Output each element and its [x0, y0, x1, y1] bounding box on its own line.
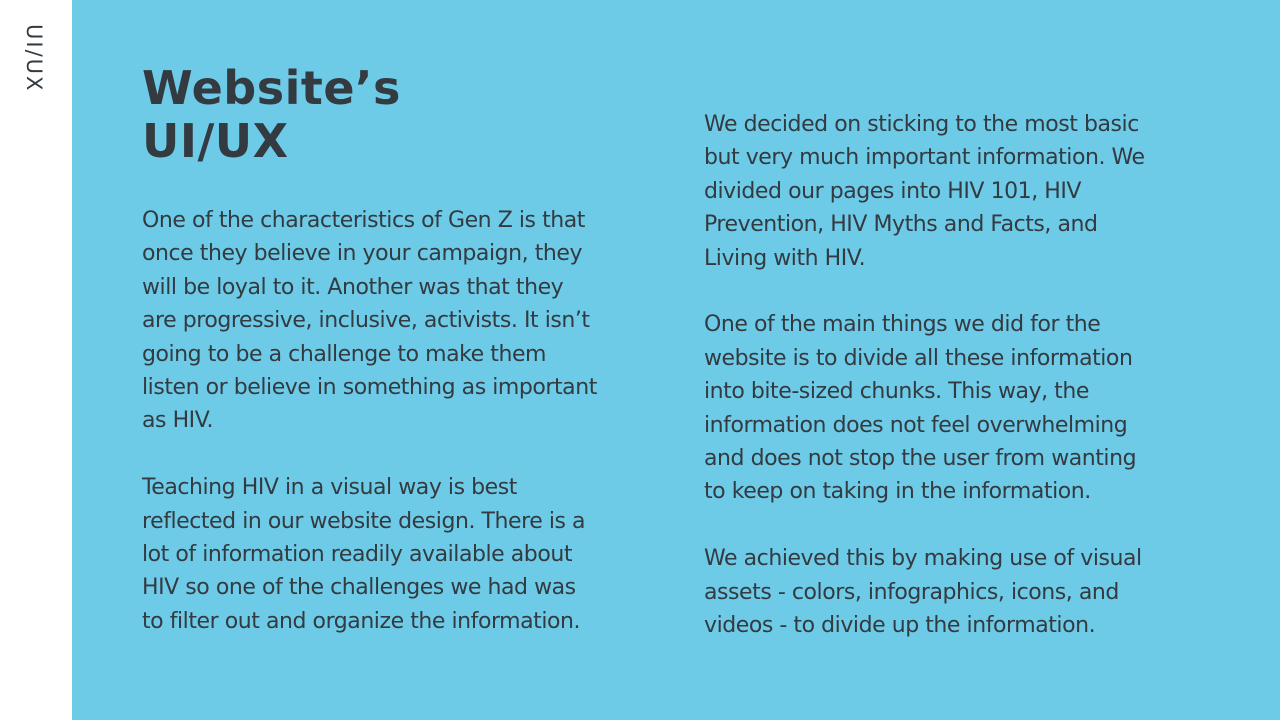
page-title-line-2: UI/UX	[142, 114, 289, 168]
right-paragraph-1: We decided on sticking to the most basic…	[704, 112, 1145, 271]
right-paragraph-3: We achieved this by making use of visual…	[704, 546, 1142, 639]
page-title: Website’s UI/UX	[142, 62, 562, 168]
section-label: UI/UX	[22, 24, 46, 93]
content-panel: Website’s UI/UX One of the characteristi…	[72, 0, 1280, 720]
left-paragraph-2: Teaching HIV in a visual way is best ref…	[142, 475, 586, 634]
left-paragraph-1: One of the characteristics of Gen Z is t…	[142, 208, 597, 434]
right-paragraph-2: One of the main things we did for the we…	[704, 312, 1137, 505]
page-title-line-1: Website’s	[142, 61, 401, 115]
sidebar-strip: UI/UX	[0, 0, 72, 720]
left-column: One of the characteristics of Gen Z is t…	[142, 204, 632, 638]
right-column: We decided on sticking to the most basic…	[704, 108, 1194, 642]
